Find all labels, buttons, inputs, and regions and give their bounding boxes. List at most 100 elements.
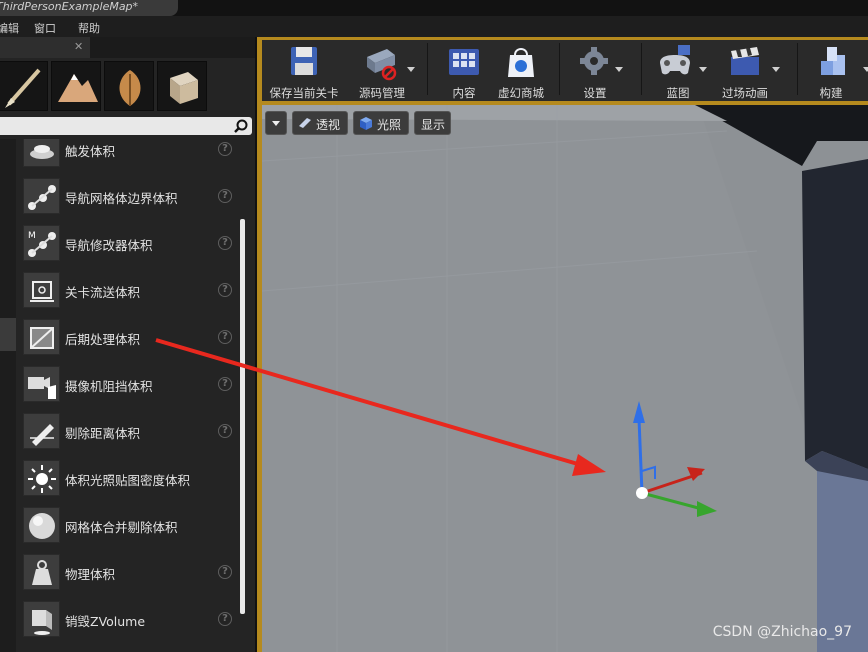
list-item-label: 销毁ZVolume bbox=[65, 614, 146, 629]
content-icon bbox=[449, 49, 479, 75]
save-icon bbox=[291, 47, 317, 75]
source-control-button[interactable]: 源码管理 bbox=[347, 41, 417, 100]
title-strip: ThirdPersonExampleMap* bbox=[0, 0, 868, 16]
search-icon[interactable] bbox=[234, 119, 248, 133]
post-process-icon bbox=[23, 319, 60, 355]
list-item[interactable]: 关卡流送体积 ? bbox=[16, 266, 238, 313]
chevron-down-icon[interactable] bbox=[863, 67, 868, 72]
toolbar-divider bbox=[641, 43, 642, 95]
perspective-label: 透视 bbox=[316, 118, 341, 132]
search-input[interactable] bbox=[0, 117, 252, 135]
viewport-frame-top bbox=[257, 101, 868, 105]
help-icon[interactable]: ? bbox=[218, 377, 232, 391]
help-icon[interactable]: ? bbox=[218, 142, 232, 156]
modes-tab[interactable]: ✕ bbox=[0, 37, 90, 58]
main-toolbar: 保存当前关卡 源码管理 内容 虚幻商城 设置 蓝图 过场动画 构建 bbox=[257, 37, 868, 101]
cinematics-button[interactable]: 过场动画 bbox=[713, 41, 780, 100]
list-item[interactable]: 导航网格体边界体积 ? bbox=[16, 172, 238, 219]
content-label: 内容 bbox=[452, 86, 476, 100]
paint-mode-button[interactable] bbox=[0, 61, 48, 111]
level-tab-title: ThirdPersonExampleMap* bbox=[0, 0, 139, 13]
cull-distance-icon bbox=[23, 413, 60, 449]
place-mode-panel: ✕ 触发体积 ? 导航网格体边界体积 ? M 导航修改器体积 ? 关卡流送体积 … bbox=[0, 37, 257, 652]
help-icon[interactable]: ? bbox=[218, 424, 232, 438]
perspective-icon bbox=[299, 118, 311, 128]
lit-label: 光照 bbox=[377, 118, 402, 132]
menu-window[interactable]: 窗口 bbox=[34, 20, 56, 36]
list-item[interactable]: 摄像机阻挡体积 ? bbox=[16, 360, 238, 407]
toolbar-divider bbox=[427, 43, 428, 95]
marketplace-button[interactable]: 虚幻商城 bbox=[491, 41, 551, 100]
list-item[interactable]: 剔除距离体积 ? bbox=[16, 407, 238, 454]
brush-icon bbox=[5, 68, 41, 108]
list-item-label: 剔除距离体积 bbox=[65, 426, 141, 441]
show-button[interactable]: 显示 bbox=[414, 111, 451, 135]
level-viewport[interactable]: 透视 光照 显示 CSDN @Zhichao_97 bbox=[257, 101, 868, 652]
list-gutter bbox=[0, 139, 16, 652]
viewport-frame bbox=[257, 101, 262, 652]
settings-label: 设置 bbox=[583, 86, 607, 100]
perspective-button[interactable]: 透视 bbox=[292, 111, 348, 135]
chevron-down-icon[interactable] bbox=[699, 67, 707, 72]
chevron-down-icon[interactable] bbox=[772, 67, 780, 72]
list-item-label: 后期处理体积 bbox=[65, 332, 141, 347]
list-item[interactable]: 销毁ZVolume ? bbox=[16, 595, 238, 642]
list-item[interactable]: 后期处理体积 ? bbox=[16, 313, 238, 360]
content-button[interactable]: 内容 bbox=[435, 41, 493, 100]
landscape-mode-button[interactable] bbox=[51, 61, 101, 111]
toolbar-frame-top bbox=[257, 37, 868, 40]
leaf-icon bbox=[119, 70, 141, 106]
menu-edit[interactable]: 编辑 bbox=[0, 20, 19, 36]
marketplace-label: 虚幻商城 bbox=[498, 86, 544, 100]
kill-z-icon bbox=[23, 601, 60, 637]
trigger-volume-icon bbox=[23, 139, 60, 167]
list-item-label: 摄像机阻挡体积 bbox=[65, 379, 153, 394]
build-button[interactable]: 构建 bbox=[803, 41, 859, 100]
chevron-down-icon bbox=[272, 121, 280, 126]
help-icon[interactable]: ? bbox=[218, 330, 232, 344]
help-icon[interactable]: ? bbox=[218, 236, 232, 250]
camera-blocking-icon bbox=[23, 366, 60, 402]
list-item-label: 导航修改器体积 bbox=[65, 238, 153, 253]
place-actor-list: 触发体积 ? 导航网格体边界体积 ? M 导航修改器体积 ? 关卡流送体积 ? … bbox=[0, 139, 255, 652]
cinematics-icon bbox=[731, 47, 759, 75]
settings-icon bbox=[580, 47, 608, 75]
source-control-label: 源码管理 bbox=[359, 86, 405, 100]
list-item[interactable]: 触发体积 ? bbox=[16, 139, 238, 172]
physics-volume-icon bbox=[23, 554, 60, 590]
list-item[interactable]: 体积光照贴图密度体积 bbox=[16, 454, 238, 501]
lightmap-density-icon bbox=[23, 460, 60, 496]
close-icon[interactable]: ✕ bbox=[74, 40, 83, 53]
help-icon[interactable]: ? bbox=[218, 612, 232, 626]
blueprint-button[interactable]: 蓝图 bbox=[649, 41, 707, 100]
list-item-label: 物理体积 bbox=[65, 567, 116, 582]
help-icon[interactable]: ? bbox=[218, 565, 232, 579]
list-item-label: 导航网格体边界体积 bbox=[65, 191, 178, 206]
mesh-merge-cull-icon bbox=[23, 507, 60, 543]
settings-button[interactable]: 设置 bbox=[567, 41, 623, 100]
menu-help[interactable]: 帮助 bbox=[78, 20, 100, 36]
level-tab[interactable]: ThirdPersonExampleMap* bbox=[0, 0, 178, 16]
help-icon[interactable]: ? bbox=[218, 283, 232, 297]
list-scrollbar[interactable] bbox=[240, 219, 245, 614]
list-item[interactable]: 网格体合并剔除体积 bbox=[16, 501, 238, 548]
save-level-button[interactable]: 保存当前关卡 bbox=[265, 41, 343, 100]
help-icon[interactable]: ? bbox=[218, 189, 232, 203]
chevron-down-icon[interactable] bbox=[407, 67, 415, 72]
viewport-options-button[interactable] bbox=[265, 111, 287, 135]
scene-render bbox=[257, 101, 868, 652]
list-item[interactable]: 物理体积 ? bbox=[16, 548, 238, 595]
lit-button[interactable]: 光照 bbox=[353, 111, 409, 135]
list-item[interactable]: M 导航修改器体积 ? bbox=[16, 219, 238, 266]
list-item-label: 体积光照贴图密度体积 bbox=[65, 473, 191, 488]
level-streaming-icon bbox=[23, 272, 60, 308]
editor-window: ThirdPersonExampleMap* 编辑 窗口 帮助 ✕ 触发体积 ?… bbox=[0, 0, 868, 652]
watermark: CSDN @Zhichao_97 bbox=[712, 624, 852, 640]
chevron-down-icon[interactable] bbox=[615, 67, 623, 72]
marketplace-icon bbox=[508, 48, 534, 77]
foliage-mode-button[interactable] bbox=[104, 61, 154, 111]
list-item-label: 关卡流送体积 bbox=[65, 285, 141, 300]
blueprint-icon bbox=[660, 45, 690, 75]
cube-edit-icon bbox=[170, 72, 198, 104]
geometry-mode-button[interactable] bbox=[157, 61, 207, 111]
